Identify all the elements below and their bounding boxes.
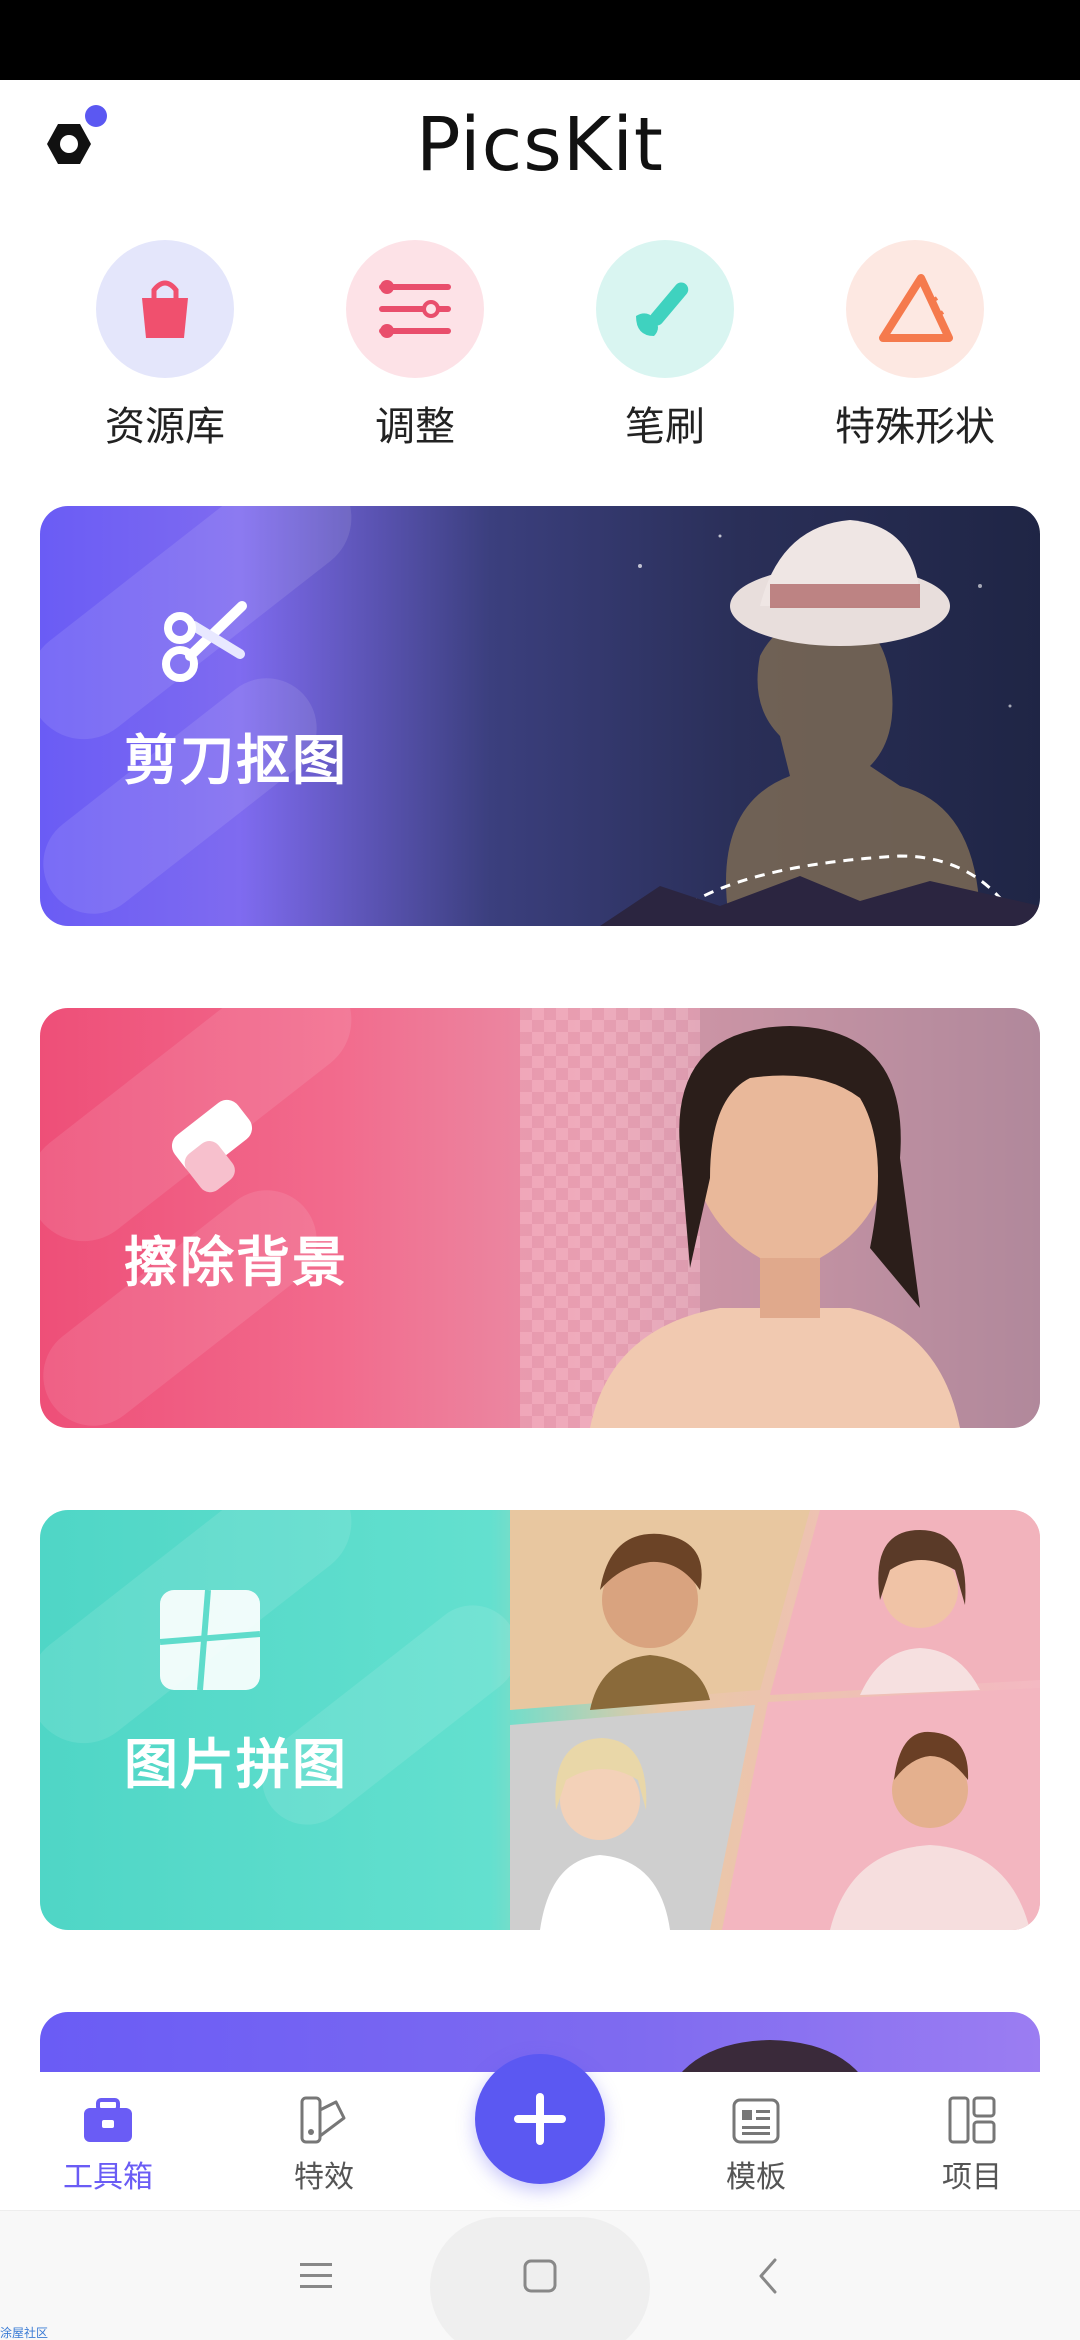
scissors-icon <box>150 576 270 696</box>
card-erase-background[interactable]: 擦除背景 <box>40 1008 1040 1428</box>
tool-brush[interactable]: 笔刷 <box>540 240 790 460</box>
tool-special-shape[interactable]: 特殊形状 <box>790 240 1040 460</box>
menu-icon[interactable] <box>246 2211 386 2340</box>
nav-effects[interactable]: 特效 <box>244 2092 404 2196</box>
projects-icon <box>944 2092 1000 2148</box>
tool-label: 特殊形状 <box>835 404 995 450</box>
brush-icon <box>596 240 734 378</box>
bottom-nav: 工具箱 特效 模板 项目 <box>0 2054 1080 2210</box>
card-title: 擦除背景 <box>124 1231 348 1294</box>
quick-tools: 资源库 调整 笔刷 特殊形状 <box>0 240 1080 460</box>
app-header: PicsKit <box>0 80 1080 210</box>
nav-projects[interactable]: 项目 <box>892 2092 1052 2196</box>
card-title: 图片拼图 <box>124 1733 348 1796</box>
eraser-icon <box>150 1078 270 1198</box>
portrait-silhouette-image <box>600 520 1040 926</box>
nav-toolbox[interactable]: 工具箱 <box>28 2092 188 2196</box>
toolbox-icon <box>80 2092 136 2148</box>
effects-icon <box>296 2092 352 2148</box>
app-title: PicsKit <box>416 102 664 188</box>
decor-stripe <box>244 1587 536 1843</box>
nav-label: 工具箱 <box>63 2160 153 2195</box>
collage-photos-image <box>510 1510 1040 1930</box>
card-photo-collage[interactable]: 图片拼图 <box>40 1510 1040 1930</box>
tool-label: 笔刷 <box>625 404 705 450</box>
tool-resource-library[interactable]: 资源库 <box>40 240 290 460</box>
template-icon <box>728 2092 784 2148</box>
tool-label: 调整 <box>375 404 455 450</box>
tool-adjust[interactable]: 调整 <box>290 240 540 460</box>
shopping-bag-icon <box>96 240 234 378</box>
home-icon[interactable] <box>470 2211 610 2340</box>
tool-label: 资源库 <box>105 404 225 450</box>
collage-icon <box>150 1580 270 1700</box>
card-scissors-cutout[interactable]: 剪刀抠图 <box>40 506 1040 926</box>
card-title: 剪刀抠图 <box>124 729 348 792</box>
nav-label: 模板 <box>726 2160 786 2195</box>
nav-label: 特效 <box>294 2160 354 2195</box>
system-nav-bar <box>0 2210 1080 2340</box>
nav-label: 项目 <box>942 2160 1002 2195</box>
nav-template[interactable]: 模板 <box>676 2092 836 2196</box>
back-icon[interactable] <box>698 2211 838 2340</box>
plus-icon <box>514 2093 566 2145</box>
portrait-woman-image <box>520 1008 1040 1428</box>
status-bar <box>0 0 1080 80</box>
triangle-ruler-icon <box>846 240 984 378</box>
footer-tag: 涂屋社区 <box>0 2326 49 2340</box>
sliders-icon <box>346 240 484 378</box>
add-button[interactable] <box>475 2054 605 2184</box>
